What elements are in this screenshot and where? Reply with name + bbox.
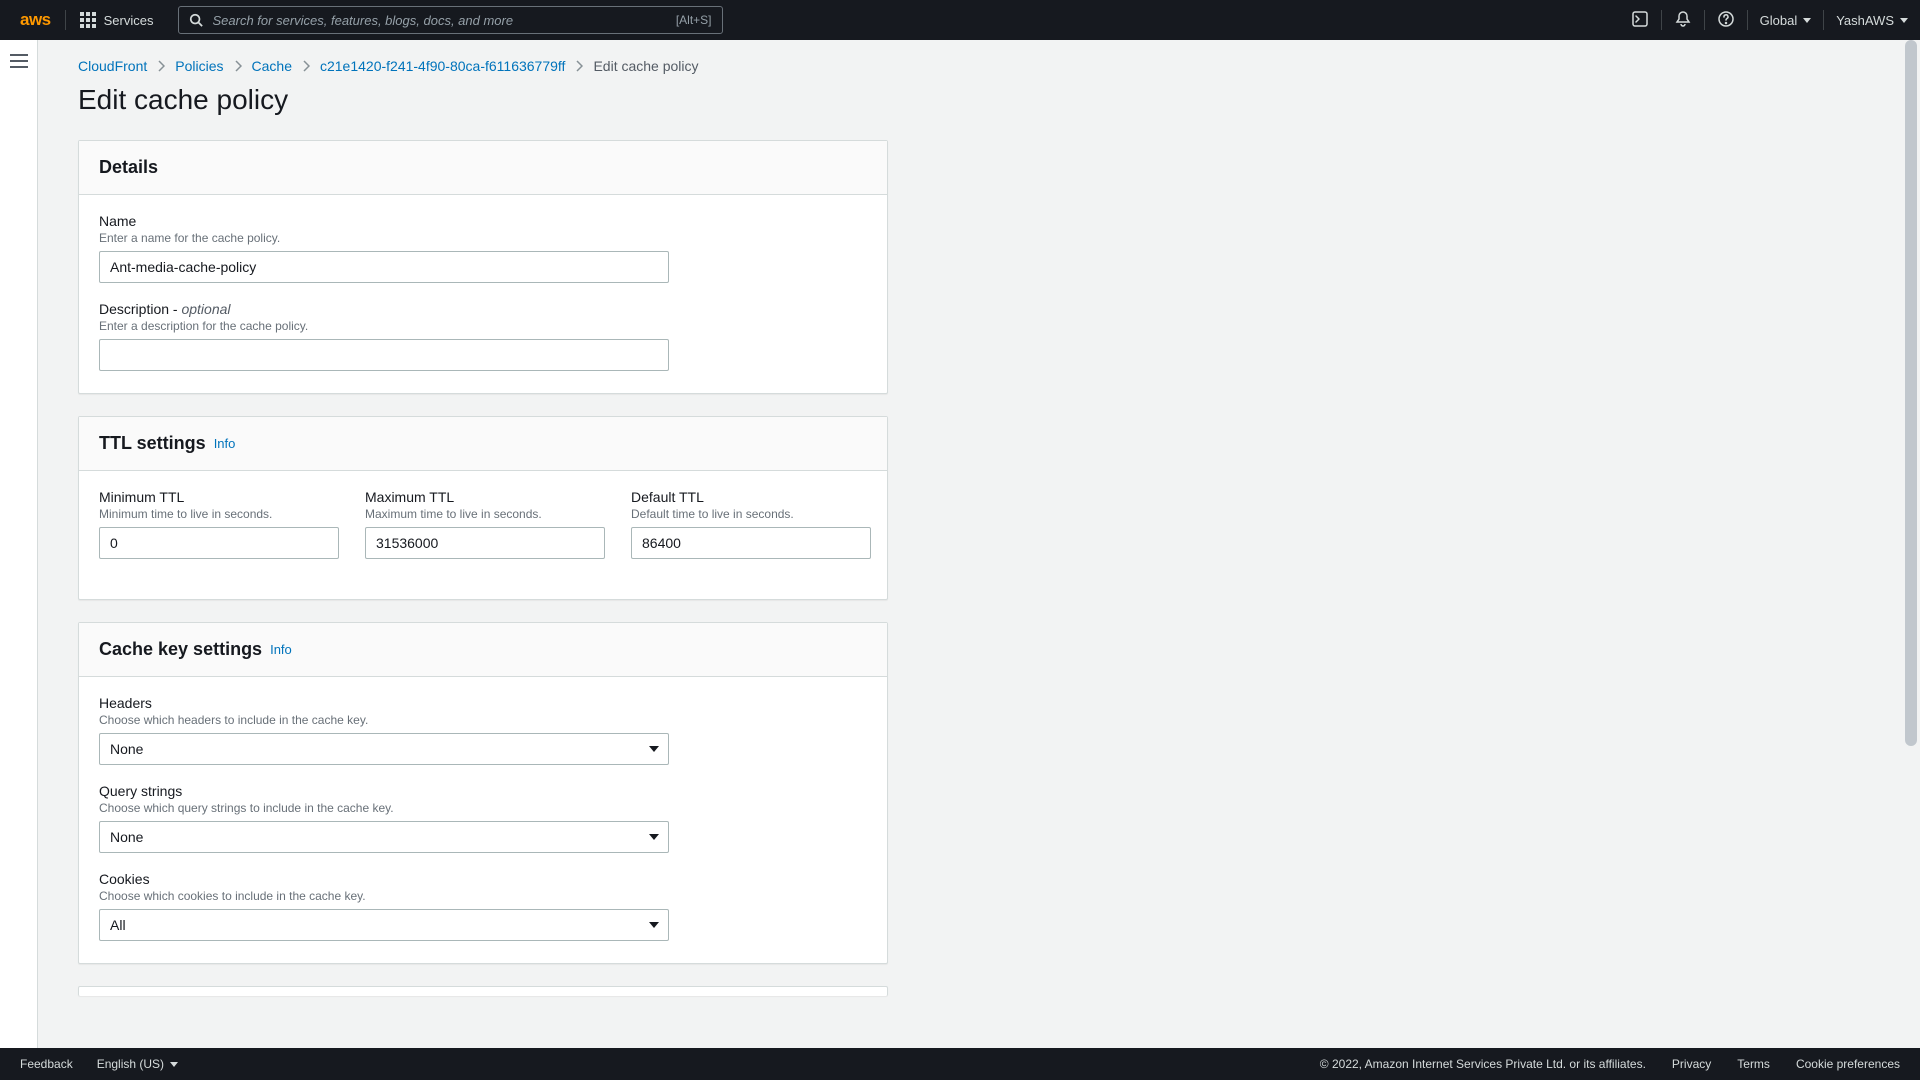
ttl-panel: TTL settings Info Minimum TTL Minimum ti… (78, 416, 888, 600)
chevron-down-icon (170, 1062, 178, 1067)
scrollbar-thumb[interactable] (1905, 40, 1917, 746)
copyright-text: © 2022, Amazon Internet Services Private… (1320, 1057, 1646, 1071)
next-panel-peek (78, 986, 888, 996)
chevron-down-icon (1900, 18, 1908, 23)
default-ttl-input[interactable] (631, 527, 871, 559)
breadcrumb-policies[interactable]: Policies (175, 58, 223, 74)
cookies-help: Choose which cookies to include in the c… (99, 889, 867, 903)
name-field: Name Enter a name for the cache policy. (99, 213, 867, 283)
max-ttl-input[interactable] (365, 527, 605, 559)
query-label: Query strings (99, 783, 867, 799)
cookie-prefs-link[interactable]: Cookie preferences (1796, 1057, 1900, 1071)
bell-icon (1674, 10, 1692, 31)
search-shortcut: [Alt+S] (676, 13, 712, 27)
headers-label: Headers (99, 695, 867, 711)
search-icon (189, 13, 203, 27)
services-label: Services (104, 13, 154, 28)
language-label: English (US) (97, 1057, 164, 1071)
cloudshell-button[interactable] (1619, 0, 1661, 40)
page-title: Edit cache policy (78, 84, 1862, 116)
help-icon (1717, 10, 1735, 31)
cachekey-heading: Cache key settings (99, 639, 262, 660)
nav-left: aws Services [Alt+S] (0, 0, 723, 40)
name-help: Enter a name for the cache policy. (99, 231, 867, 245)
description-field: Description - optional Enter a descripti… (99, 301, 867, 371)
cookies-field: Cookies Choose which cookies to include … (99, 871, 867, 941)
cachekey-panel: Cache key settings Info Headers Choose w… (78, 622, 888, 964)
footer: Feedback English (US) © 2022, Amazon Int… (0, 1048, 1920, 1080)
cookies-label: Cookies (99, 871, 867, 887)
breadcrumb: CloudFront Policies Cache c21e1420-f241-… (78, 58, 1862, 74)
help-button[interactable] (1705, 0, 1747, 40)
search-box[interactable]: [Alt+S] (178, 6, 723, 34)
breadcrumb-current: Edit cache policy (593, 58, 698, 74)
default-ttl-field: Default TTL Default time to live in seco… (631, 489, 871, 577)
max-ttl-help: Maximum time to live in seconds. (365, 507, 605, 521)
min-ttl-label: Minimum TTL (99, 489, 339, 505)
details-heading: Details (99, 157, 158, 178)
description-input[interactable] (99, 339, 669, 371)
headers-help: Choose which headers to include in the c… (99, 713, 867, 727)
default-ttl-help: Default time to live in seconds. (631, 507, 871, 521)
side-rail (0, 40, 38, 1048)
default-ttl-label: Default TTL (631, 489, 871, 505)
nav-right: Global YashAWS (1619, 0, 1920, 40)
cookies-select[interactable]: All (99, 909, 669, 941)
aws-logo-text: aws (20, 10, 51, 30)
cachekey-header: Cache key settings Info (79, 623, 887, 677)
region-label: Global (1760, 13, 1798, 28)
region-selector[interactable]: Global (1748, 0, 1824, 40)
max-ttl-label: Maximum TTL (365, 489, 605, 505)
description-help: Enter a description for the cache policy… (99, 319, 867, 333)
ttl-heading: TTL settings (99, 433, 206, 454)
cachekey-info-link[interactable]: Info (270, 642, 292, 657)
name-label: Name (99, 213, 867, 229)
headers-field: Headers Choose which headers to include … (99, 695, 867, 765)
scrollbar[interactable] (1902, 40, 1920, 1048)
details-header: Details (79, 141, 887, 195)
max-ttl-field: Maximum TTL Maximum time to live in seco… (365, 489, 605, 559)
feedback-link[interactable]: Feedback (20, 1057, 73, 1071)
main-content: CloudFront Policies Cache c21e1420-f241-… (38, 40, 1902, 1048)
ttl-info-link[interactable]: Info (214, 436, 236, 451)
account-label: YashAWS (1836, 13, 1894, 28)
aws-logo[interactable]: aws (0, 10, 65, 30)
name-input[interactable] (99, 251, 669, 283)
breadcrumb-cache[interactable]: Cache (252, 58, 292, 74)
headers-select[interactable]: None (99, 733, 669, 765)
min-ttl-input[interactable] (99, 527, 339, 559)
services-button[interactable]: Services (66, 0, 168, 40)
ttl-header: TTL settings Info (79, 417, 887, 471)
query-select[interactable]: None (99, 821, 669, 853)
breadcrumb-policy-id[interactable]: c21e1420-f241-4f90-80ca-f611636779ff (320, 58, 565, 74)
chevron-right-icon (157, 60, 165, 72)
search-input[interactable] (213, 13, 676, 28)
min-ttl-field: Minimum TTL Minimum time to live in seco… (99, 489, 339, 559)
notifications-button[interactable] (1662, 0, 1704, 40)
breadcrumb-cloudfront[interactable]: CloudFront (78, 58, 147, 74)
chevron-down-icon (1803, 18, 1811, 23)
details-panel: Details Name Enter a name for the cache … (78, 140, 888, 394)
query-help: Choose which query strings to include in… (99, 801, 867, 815)
description-label: Description - optional (99, 301, 867, 317)
search-wrap: [Alt+S] (178, 6, 723, 34)
terms-link[interactable]: Terms (1737, 1057, 1770, 1071)
chevron-right-icon (302, 60, 310, 72)
query-field: Query strings Choose which query strings… (99, 783, 867, 853)
account-selector[interactable]: YashAWS (1824, 0, 1920, 40)
hamburger-icon (10, 54, 28, 68)
cloudshell-icon (1631, 10, 1649, 31)
language-selector[interactable]: English (US) (97, 1057, 178, 1071)
sidebar-toggle[interactable] (10, 50, 28, 1048)
top-navbar: aws Services [Alt+S] (0, 0, 1920, 40)
chevron-right-icon (575, 60, 583, 72)
privacy-link[interactable]: Privacy (1672, 1057, 1711, 1071)
grid-icon (80, 12, 96, 28)
min-ttl-help: Minimum time to live in seconds. (99, 507, 339, 521)
chevron-right-icon (234, 60, 242, 72)
